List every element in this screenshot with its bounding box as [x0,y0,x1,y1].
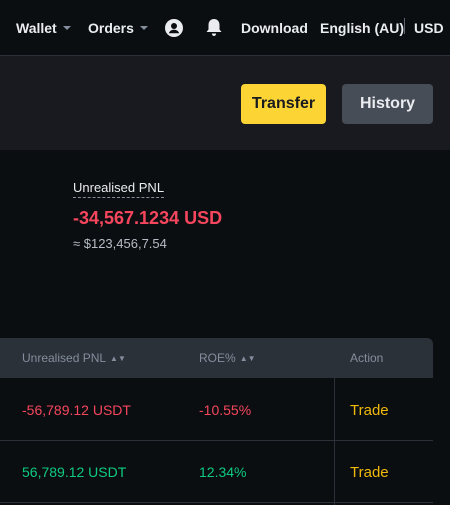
row-pnl: 56,789.12 USDT [22,464,127,480]
trade-link[interactable]: Trade [350,379,389,441]
row-roe: 12.34% [199,464,247,480]
notifications-button[interactable] [205,0,223,55]
currency-selector[interactable]: USD [414,0,444,55]
user-icon [165,18,183,37]
wallet-menu[interactable]: Wallet [16,0,71,55]
chevron-down-icon [139,25,148,30]
orders-menu[interactable]: Orders [88,0,148,55]
trade-link[interactable]: Trade [350,441,389,503]
table-row: -56,789.12 USDT -10.55% Trade [0,379,433,441]
sort-icon: ▲▼ [239,353,256,363]
history-button[interactable]: History [342,84,433,124]
column-header-pnl[interactable]: Unrealised PNL ▲▼ [22,338,126,378]
sort-icon: ▲▼ [110,353,126,363]
wallet-menu-label: Wallet [16,19,57,36]
unrealised-pnl-value: -34,567.1234 USD [73,208,223,228]
transfer-button[interactable]: Transfer [241,84,326,124]
table-row: 56,789.12 USDT 12.34% Trade [0,441,433,503]
download-label: Download [241,19,308,36]
history-button-label: History [359,95,416,112]
table-header: Unrealised PNL ▲▼ ROE% ▲▼ Action [0,338,433,378]
unrealised-pnl-label[interactable]: Unrealised PNL [73,180,165,198]
row-pnl: -56,789.12 USDT [22,402,131,418]
column-header-roe-label: ROE% [199,351,236,365]
column-header-action-label: Action [350,351,384,365]
download-link[interactable]: Download [241,0,308,55]
row-roe: -10.55% [199,402,252,418]
transfer-button-label: Transfer [251,95,316,112]
language-label: English (AU) [320,19,404,36]
bell-icon [206,19,222,36]
profile-button[interactable] [165,0,183,55]
column-header-action: Action [350,338,383,378]
currency-label: USD [414,19,444,36]
column-header-roe[interactable]: ROE% ▲▼ [199,338,256,378]
chevron-down-icon [62,25,71,30]
orders-menu-label: Orders [88,19,134,36]
unrealised-pnl-approx: ≈ $123,456,7.54 [73,236,167,251]
column-header-pnl-label: Unrealised PNL [22,351,107,365]
nav-divider [404,18,405,34]
language-selector[interactable]: English (AU) [320,0,404,55]
top-nav: Wallet Orders Download English (AU) USD [0,0,450,55]
